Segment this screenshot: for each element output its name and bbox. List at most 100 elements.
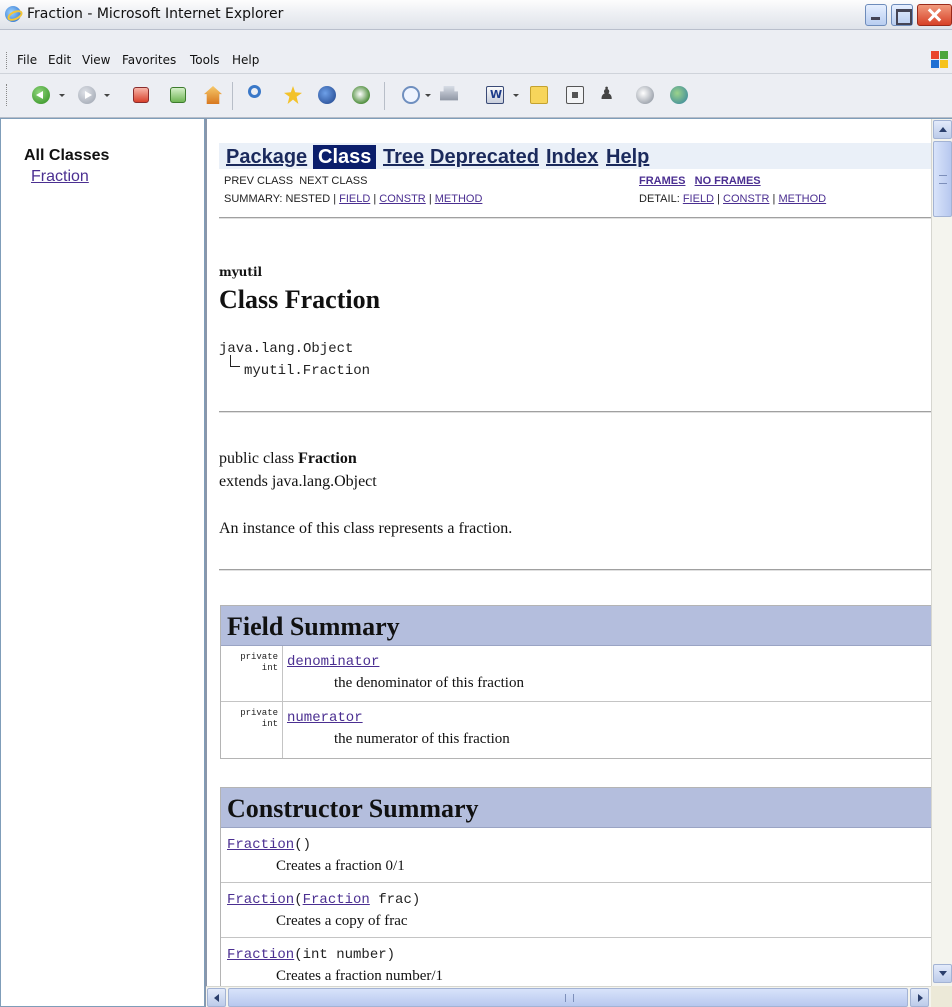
param-type-link[interactable]: Fraction: [303, 892, 370, 908]
horizontal-scroll-thumb[interactable]: [228, 988, 908, 1007]
favorites-icon[interactable]: [284, 86, 302, 104]
mail-dropdown-icon[interactable]: [425, 94, 431, 97]
class-description: An instance of this class represents a f…: [219, 520, 513, 537]
field-modifier: private: [240, 652, 278, 662]
toolbar-separator: [232, 82, 233, 110]
discuss-icon[interactable]: [636, 86, 654, 104]
constructor-description: Creates a fraction number/1: [276, 968, 444, 984]
forward-icon[interactable]: [78, 86, 96, 104]
field-type-name: int: [261, 663, 278, 673]
field-link-numerator[interactable]: numerator: [287, 710, 363, 726]
constructor-link[interactable]: Fraction: [227, 892, 294, 908]
title-band: [0, 30, 952, 47]
field-type: private int: [221, 646, 283, 701]
detail-method-link[interactable]: METHOD: [778, 193, 826, 205]
mail-icon[interactable]: [402, 86, 420, 104]
note-icon[interactable]: [530, 86, 548, 104]
stop-icon[interactable]: [133, 87, 149, 103]
toolbar: [0, 74, 952, 118]
table-row: private int denominator the denominator …: [221, 646, 951, 702]
media-icon[interactable]: [318, 86, 336, 104]
field-type-name: int: [261, 719, 278, 729]
summary-constr-link[interactable]: CONSTR: [379, 193, 425, 205]
window-title: Fraction - Microsoft Internet Explorer: [27, 6, 284, 22]
messenger-icon[interactable]: [566, 86, 584, 104]
horizontal-scrollbar[interactable]: [206, 986, 931, 1007]
constructor-summary-heading: Constructor Summary: [221, 788, 951, 828]
menu-file[interactable]: File: [17, 53, 37, 67]
field-modifier: private: [240, 708, 278, 718]
class-declaration: public class Fraction: [219, 450, 357, 468]
hierarchy-child: myutil.Fraction: [244, 363, 371, 379]
internet-explorer-icon: [5, 6, 21, 22]
detail-field-link[interactable]: FIELD: [683, 193, 714, 205]
summary-field-link[interactable]: FIELD: [339, 193, 370, 205]
tab-package[interactable]: Package: [226, 145, 307, 169]
word-icon[interactable]: [486, 86, 504, 104]
field-summary-heading: Field Summary: [221, 606, 951, 646]
scrollbar-corner: [931, 986, 952, 1007]
menu-view[interactable]: View: [82, 53, 110, 67]
divider: [219, 411, 951, 413]
back-icon[interactable]: [32, 86, 50, 104]
search-icon[interactable]: [248, 85, 261, 98]
table-row: private int numerator the numerator of t…: [221, 702, 951, 758]
next-class-label: NEXT CLASS: [299, 175, 368, 187]
scroll-left-icon[interactable]: [207, 988, 226, 1007]
detail-constr-link[interactable]: CONSTR: [723, 193, 769, 205]
research-icon[interactable]: [598, 84, 616, 104]
extra-icon[interactable]: [670, 86, 688, 104]
class-link-fraction[interactable]: Fraction: [31, 168, 89, 186]
edit-dropdown-icon[interactable]: [513, 94, 519, 97]
scroll-down-icon[interactable]: [933, 964, 952, 983]
no-frames-link[interactable]: NO FRAMES: [695, 175, 761, 187]
refresh-icon[interactable]: [170, 87, 186, 103]
table-row: Fraction(Fraction frac) Creates a copy o…: [221, 883, 951, 938]
frames-link[interactable]: FRAMES: [639, 175, 685, 187]
menu-edit[interactable]: Edit: [48, 53, 71, 67]
constructor-params: (int number): [294, 947, 396, 963]
detail-separator: |: [772, 193, 776, 205]
class-nav-row: PREV CLASS NEXT CLASS: [224, 175, 368, 187]
summary-separator: |: [373, 193, 377, 205]
constructor-description: Creates a fraction 0/1: [276, 858, 405, 874]
constructor-link[interactable]: Fraction: [227, 947, 294, 963]
home-icon[interactable]: [204, 86, 222, 104]
constructor-signature: Fraction(): [227, 837, 311, 853]
extends-line: extends java.lang.Object: [219, 473, 377, 490]
tab-help[interactable]: Help: [606, 145, 649, 169]
menu-favorites[interactable]: Favorites: [122, 53, 176, 67]
field-type: private int: [221, 702, 283, 758]
prev-class-label: PREV CLASS: [224, 175, 294, 187]
windows-logo-icon: [930, 50, 950, 70]
summary-separator: |: [428, 193, 432, 205]
menu-help[interactable]: Help: [232, 53, 259, 67]
maximize-button[interactable]: [891, 4, 913, 26]
declaration-prefix: public class: [219, 450, 295, 467]
close-button[interactable]: [917, 4, 952, 26]
constructor-link[interactable]: Fraction: [227, 837, 294, 853]
history-icon[interactable]: [352, 86, 370, 104]
print-icon[interactable]: [440, 86, 458, 101]
vertical-scrollbar[interactable]: [931, 119, 952, 986]
tab-index[interactable]: Index: [546, 145, 598, 169]
summary-label: SUMMARY: NESTED |: [224, 193, 337, 205]
package-name: myutil: [219, 265, 263, 279]
field-description: the numerator of this fraction: [334, 731, 510, 747]
field-link-denominator[interactable]: denominator: [287, 654, 379, 670]
summary-row: SUMMARY: NESTED | FIELD | CONSTR | METHO…: [224, 193, 482, 205]
divider: [219, 569, 951, 571]
scroll-up-icon[interactable]: [933, 120, 952, 139]
tab-tree[interactable]: Tree: [383, 145, 424, 169]
menu-tools[interactable]: Tools: [190, 53, 220, 67]
forward-dropdown-icon[interactable]: [104, 94, 110, 97]
minimize-button[interactable]: [865, 4, 887, 26]
field-summary-table: Field Summary private int denominator th…: [220, 605, 951, 759]
vertical-scroll-thumb[interactable]: [933, 141, 952, 217]
constructor-signature: Fraction(int number): [227, 947, 395, 963]
summary-method-link[interactable]: METHOD: [435, 193, 483, 205]
tab-deprecated[interactable]: Deprecated: [430, 145, 539, 169]
scroll-right-icon[interactable]: [910, 988, 929, 1007]
back-dropdown-icon[interactable]: [59, 94, 65, 97]
page-title: Class Fraction: [219, 285, 381, 314]
